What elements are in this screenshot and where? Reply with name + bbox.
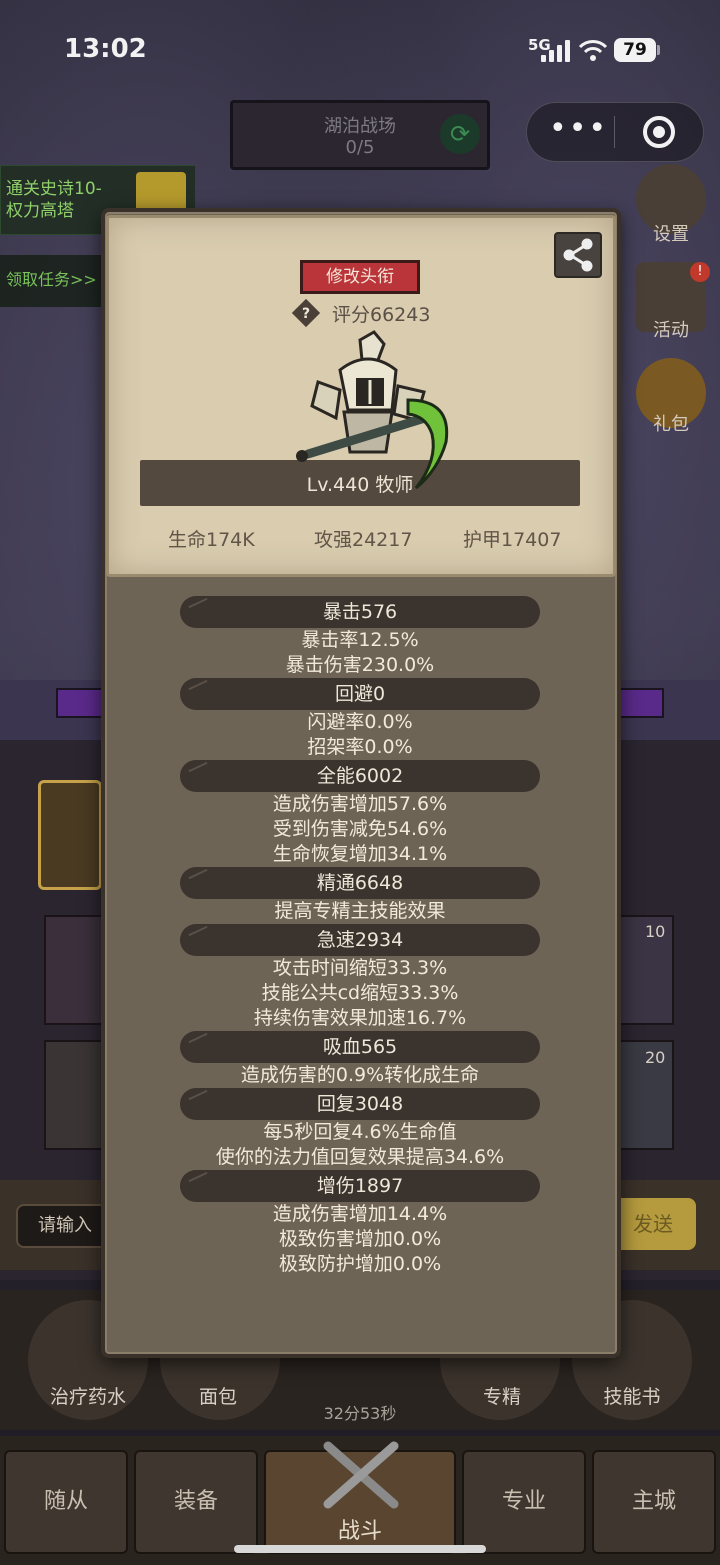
battlefield-progress: 0/5 — [345, 137, 375, 158]
tab-profession[interactable]: 专业 — [462, 1450, 586, 1554]
section-header-mastery: 精通6648 — [180, 867, 540, 899]
section-line: 造成伤害增加57.6% — [272, 793, 448, 815]
attack-stat: 攻强24217 — [314, 529, 413, 551]
timer: 32分53秒 — [323, 1404, 397, 1423]
status-time: 13:02 — [64, 34, 147, 64]
skill-slot[interactable] — [44, 915, 104, 1025]
activity-label: 活动 — [653, 320, 689, 341]
quest-claim-link[interactable]: 领取任务>> — [6, 266, 97, 290]
exp-bar-left — [56, 688, 106, 718]
section-line: 攻击时间缩短33.3% — [272, 957, 448, 979]
attribute-list: 暴击576 暴击率12.5% 暴击伤害230.0% 回避0 闪避率0.0% 招架… — [180, 596, 540, 1277]
section-header-regen: 回复3048 — [180, 1088, 540, 1120]
section-line: 造成伤害增加14.4% — [272, 1203, 448, 1225]
skill-slot-highlight[interactable] — [38, 780, 102, 890]
gift-pack-label: 礼包 — [653, 414, 689, 435]
home-indicator — [234, 1545, 486, 1553]
section-line: 技能公共cd缩短33.3% — [261, 982, 459, 1004]
quest-text: 通关史诗10-权力高塔 — [6, 179, 102, 221]
wifi-icon — [578, 38, 608, 62]
share-button[interactable] — [554, 232, 602, 278]
section-line: 极致伤害增加0.0% — [278, 1228, 442, 1250]
share-icon — [563, 238, 593, 272]
close-target-icon[interactable] — [643, 116, 675, 148]
battlefield-title: 湖泊战场 — [324, 116, 396, 137]
slot-badge: 10 — [645, 922, 666, 941]
tab-followers[interactable]: 随从 — [4, 1450, 128, 1554]
section-line: 极致防护增加0.0% — [278, 1253, 442, 1275]
section-line: 招架率0.0% — [307, 736, 413, 758]
item-specialization-label: 专精 — [482, 1386, 521, 1408]
battery-tip — [657, 45, 660, 55]
section-line: 生命恢复增加34.1% — [272, 843, 448, 865]
skill-slot[interactable] — [44, 1040, 104, 1150]
section-line: 持续伤害效果加速16.7% — [253, 1007, 467, 1029]
change-title-button[interactable]: 修改头衔 — [300, 260, 420, 294]
svg-text:?: ? — [302, 306, 310, 322]
slot-badge: 20 — [645, 1048, 666, 1067]
notification-badge: ! — [690, 262, 710, 282]
section-header-damage-bonus: 增伤1897 — [180, 1170, 540, 1202]
section-header-crit: 暴击576 — [180, 596, 540, 628]
armor-stat: 护甲17407 — [463, 529, 562, 551]
section-line: 暴击率12.5% — [301, 629, 419, 651]
more-icon[interactable]: ••• — [549, 114, 606, 148]
signal-icon — [541, 40, 571, 62]
settings-label: 设置 — [653, 224, 689, 245]
battery-icon: 79 — [614, 38, 656, 62]
section-header-avoidance: 回避0 — [180, 678, 540, 710]
exp-bar-right — [616, 688, 664, 718]
section-line: 每5秒回复4.6%生命值 — [263, 1121, 457, 1143]
item-potion-label: 治疗药水 — [49, 1386, 126, 1408]
section-line: 暴击伤害230.0% — [285, 654, 435, 676]
help-icon[interactable]: ? — [291, 298, 321, 328]
section-header-versatility: 全能6002 — [180, 760, 540, 792]
crossed-swords-icon — [323, 1441, 399, 1509]
section-header-lifesteal: 吸血565 — [180, 1031, 540, 1063]
item-skill-book-label: 技能书 — [603, 1386, 661, 1408]
hp-stat: 生命174K — [168, 529, 255, 551]
item-bread-label: 面包 — [198, 1386, 237, 1408]
section-line: 造成伤害的0.9%转化成生命 — [240, 1064, 480, 1086]
section-line: 受到伤害减免54.6% — [272, 818, 448, 840]
section-line: 提高专精主技能效果 — [274, 900, 446, 922]
section-line: 闪避率0.0% — [307, 711, 413, 733]
tab-equipment[interactable]: 装备 — [134, 1450, 258, 1554]
hero-avatar — [296, 330, 449, 490]
section-header-haste: 急速2934 — [180, 924, 540, 956]
score-value: 评分66243 — [332, 304, 431, 326]
refresh-icon[interactable]: ⟳ — [440, 114, 480, 154]
section-line: 使你的法力值回复效果提高34.6% — [215, 1146, 505, 1168]
capsule-divider — [614, 116, 615, 148]
tab-main-city[interactable]: 主城 — [592, 1450, 716, 1554]
